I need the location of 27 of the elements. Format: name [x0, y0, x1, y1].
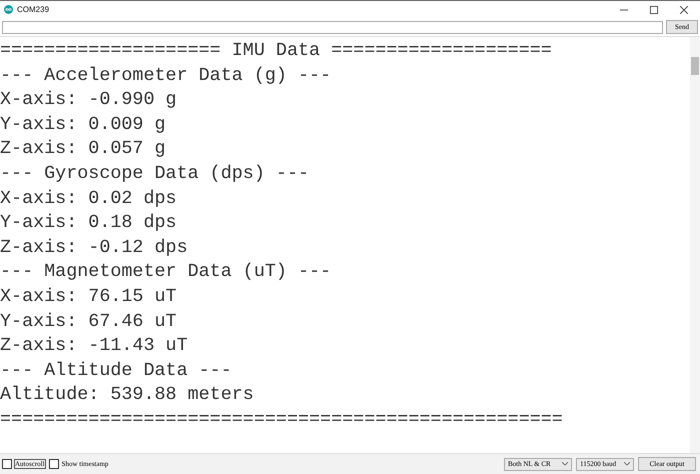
close-icon[interactable]	[680, 6, 688, 14]
output-line: --- Accelerometer Data (g) ---	[0, 64, 332, 88]
caret-icon	[624, 462, 630, 466]
output-line: Altitude: 539.88 meters	[0, 383, 255, 408]
app-logo-icon	[4, 5, 13, 14]
output-line: Z-axis: 0.057 g	[0, 137, 167, 162]
maximize-icon[interactable]	[650, 6, 658, 14]
output-line: X-axis: -0.990 g	[0, 88, 178, 112]
output-line: ===================================================	[0, 408, 564, 432]
output-line: Y-axis: 0.009 g	[0, 112, 167, 137]
window-title: COM239	[17, 5, 50, 14]
output-line: Z-axis: -11.43 uT	[0, 334, 189, 358]
output-line: Y-axis: 67.46 uT	[0, 310, 178, 334]
output-line: X-axis: 0.02 dps	[0, 186, 178, 211]
scrollbar-thumb[interactable]	[691, 57, 699, 75]
checkbox[interactable]	[48, 459, 59, 469]
checkbox[interactable]	[2, 459, 12, 469]
output-line: --- Gyroscope Data (dps) ---	[0, 162, 310, 186]
caret-icon	[562, 462, 568, 466]
output-line: ==================== IMU Data ====================	[0, 39, 553, 63]
output-line: --- Altitude Data ---	[0, 358, 233, 383]
output-line: --- Magnetometer Data (uT) ---	[0, 260, 332, 284]
output-line: Z-axis: -0.12 dps	[0, 236, 189, 260]
send-input-field[interactable]	[2, 20, 663, 34]
output-line: X-axis: 76.15 uT	[0, 284, 178, 309]
scrollbar[interactable]	[690, 37, 700, 453]
output-line: Y-axis: 0.18 dps	[0, 211, 178, 236]
